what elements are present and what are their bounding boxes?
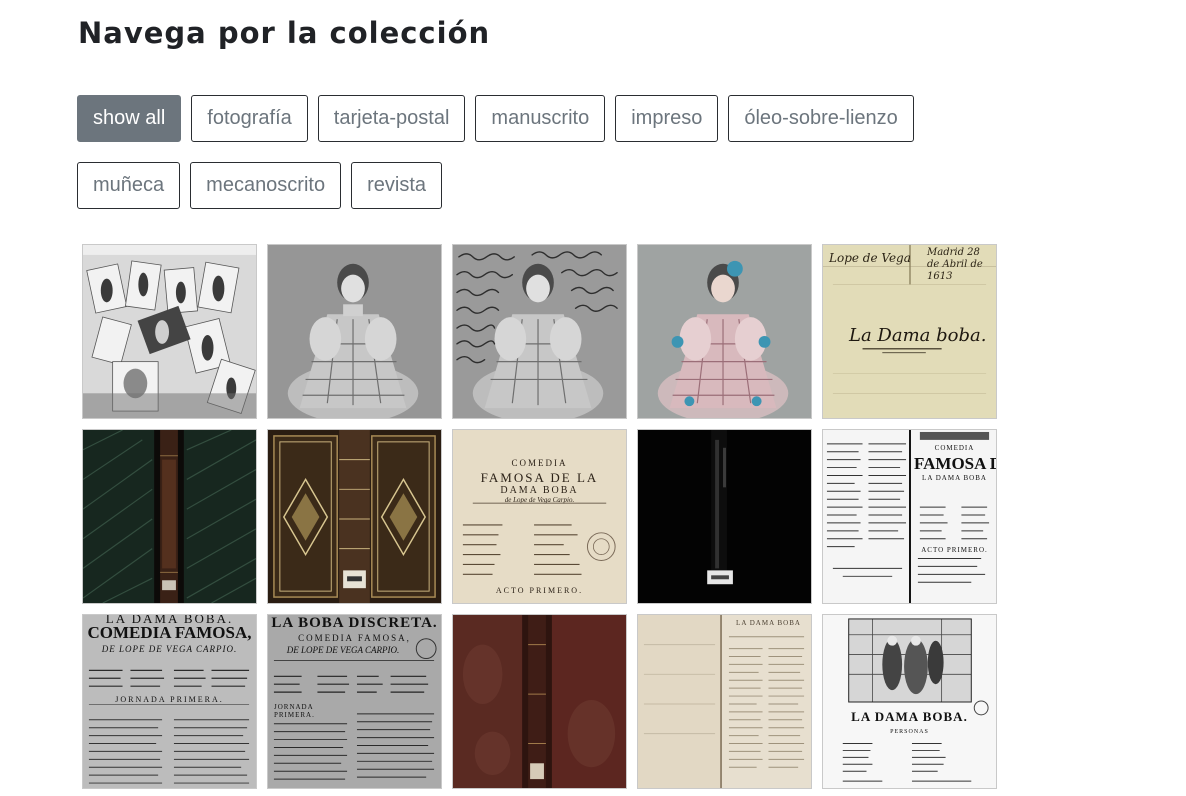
filter-mecanoscrito[interactable]: mecanoscrito xyxy=(190,162,342,209)
gallery-item-girl-tinted-postcard[interactable] xyxy=(637,244,812,419)
magazine-cover-title: LA DAMA BOBA. xyxy=(851,709,968,724)
boba-discreta-line3: DE LOPE DE VEGA CARPIO. xyxy=(286,645,400,655)
comedia-title-line1: FAMOSA DE LA xyxy=(480,470,599,485)
girl-postcard-image xyxy=(453,245,626,418)
manuscript-author: Lope de Vega xyxy=(829,251,911,265)
spread-title: FAMOSA D xyxy=(914,454,997,473)
boba-discreta-line4: JORNADA PRIMERA. xyxy=(274,703,315,719)
dama-boba-line2: COMEDIA FAMOSA, xyxy=(87,623,252,642)
gallery-item-girl-photo[interactable] xyxy=(267,244,442,419)
comedia-page-image xyxy=(453,430,626,603)
boba-discreta-line1: LA BOBA DISCRETA. xyxy=(271,615,438,631)
girl-tinted-postcard-image xyxy=(638,245,811,418)
comedia-heading: COMEDIA xyxy=(511,458,568,468)
filter-tarjeta-postal[interactable]: tarjeta-postal xyxy=(317,95,466,142)
gallery-item-green-book-spine[interactable] xyxy=(82,429,257,604)
black-spine-image xyxy=(638,430,811,603)
comedia-footer: ACTO PRIMERO. xyxy=(495,586,584,595)
gallery-item-photo-collage[interactable] xyxy=(82,244,257,419)
spread-heading: COMEDIA xyxy=(934,444,975,452)
spread-subtitle: LA DAMA BOBA xyxy=(922,474,987,482)
girl-photo-image xyxy=(268,245,441,418)
photo-collage-image xyxy=(83,245,256,418)
filter-revista[interactable]: revista xyxy=(351,162,442,209)
manuscript-date: Madrid 28 de Abril de 1613 xyxy=(927,247,983,282)
filter-muneca[interactable]: muñeca xyxy=(77,162,181,209)
collection-gallery: Lope de Vega Madrid 28 de Abril de 1613 … xyxy=(82,244,997,789)
magazine-cover-image xyxy=(823,615,996,788)
gallery-item-comedia-page[interactable]: COMEDIA FAMOSA DE LA DAMA BOBA de Lope d… xyxy=(452,429,627,604)
gallery-item-magazine-open[interactable]: LA DAMA BOBA xyxy=(637,614,812,789)
gallery-item-red-leather-spine[interactable] xyxy=(452,614,627,789)
gallery-item-manuscript[interactable]: Lope de Vega Madrid 28 de Abril de 1613 … xyxy=(822,244,997,419)
filter-fotografia[interactable]: fotografía xyxy=(191,95,308,142)
boba-discreta-line2: COMEDIA FAMOSA, xyxy=(298,633,411,643)
filter-bar: show all fotografía tarjeta-postal manus… xyxy=(77,95,977,209)
gallery-item-girl-postcard[interactable] xyxy=(452,244,627,419)
comedia-title-line2: DAMA BOBA xyxy=(500,485,579,496)
magazine-cover-subtitle: PERSONAS xyxy=(890,729,929,735)
gallery-item-boba-discreta-print[interactable]: LA BOBA DISCRETA. COMEDIA FAMOSA, DE LOP… xyxy=(267,614,442,789)
manuscript-title: La Dama boba. xyxy=(849,325,987,346)
filter-impreso[interactable]: impreso xyxy=(615,95,719,142)
green-book-spine-image xyxy=(83,430,256,603)
magazine-open-image xyxy=(638,615,811,788)
filter-oleo-sobre-lienzo[interactable]: óleo-sobre-lienzo xyxy=(728,95,914,142)
page: Navega por la colección show all fotogra… xyxy=(0,0,1186,796)
ornate-binding-image xyxy=(268,430,441,603)
spread-footer: ACTO PRIMERO. xyxy=(921,546,988,554)
filter-manuscrito[interactable]: manuscrito xyxy=(475,95,606,142)
magazine-open-heading: LA DAMA BOBA xyxy=(736,619,801,627)
red-leather-spine-image xyxy=(453,615,626,788)
gallery-item-ornate-binding[interactable] xyxy=(267,429,442,604)
gallery-item-magazine-cover[interactable]: LA DAMA BOBA. PERSONAS xyxy=(822,614,997,789)
comedia-byline: de Lope de Vega Carpio. xyxy=(504,496,575,504)
dama-boba-line3: DE LOPE DE VEGA CARPIO. xyxy=(101,644,238,654)
gallery-item-black-spine[interactable] xyxy=(637,429,812,604)
gallery-item-open-book-spread[interactable]: COMEDIA FAMOSA D LA DAMA BOBA ACTO PRIME… xyxy=(822,429,997,604)
dama-boba-line4: JORNADA PRIMERA. xyxy=(83,695,256,704)
page-title: Navega por la colección xyxy=(78,16,491,50)
gallery-item-dama-boba-print[interactable]: LA DAMA BOBA. COMEDIA FAMOSA, DE LOPE DE… xyxy=(82,614,257,789)
filter-show-all[interactable]: show all xyxy=(77,95,182,142)
